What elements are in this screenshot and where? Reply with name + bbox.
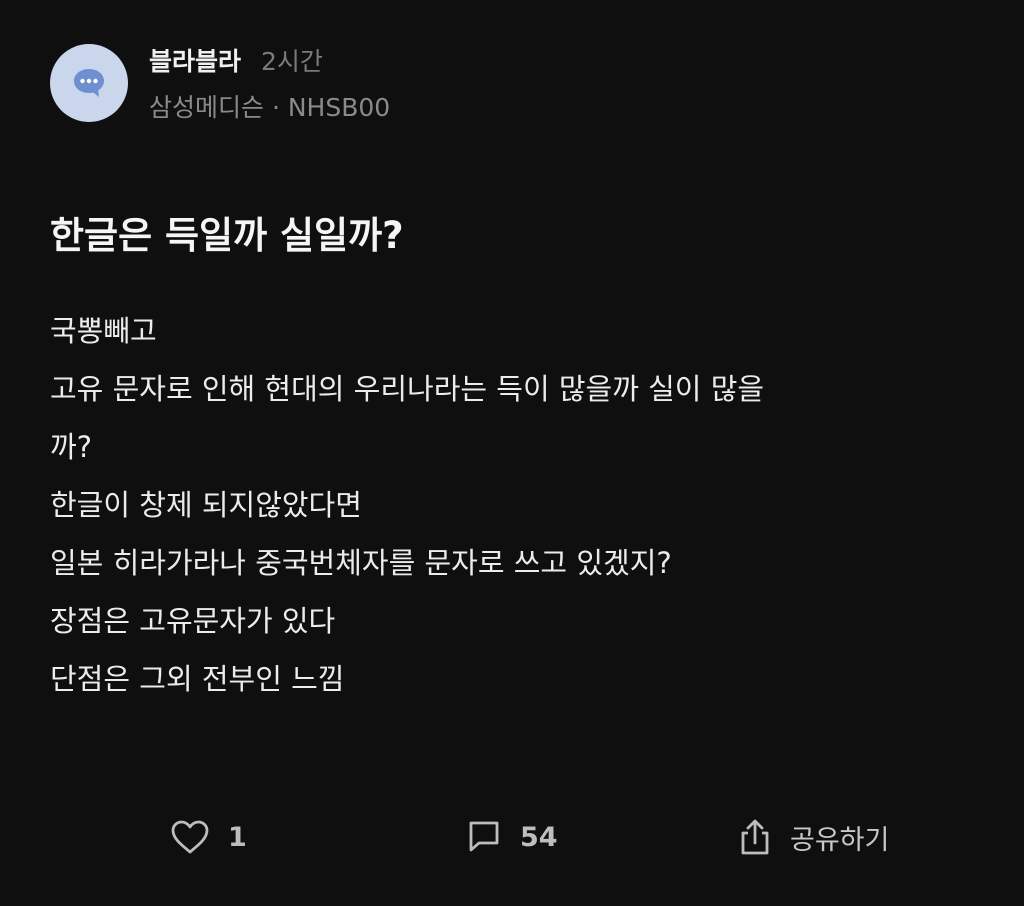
- company-tag: 삼성메디슨 · NHSB00: [149, 93, 391, 122]
- body-line: 고유 문자로 인해 현대의 우리나라는 득이 많을까 실이 많을: [50, 372, 765, 406]
- post-actions: 1 54 공유하기: [0, 814, 1024, 860]
- like-count: 1: [228, 821, 247, 853]
- share-button[interactable]: 공유하기: [736, 814, 889, 860]
- meta-top: 블라블라 2시간: [149, 42, 390, 78]
- body-line: 장점은 고유문자가 있다: [50, 604, 336, 638]
- post-title: 한글은 득일까 실일까?: [50, 214, 404, 257]
- heart-icon: [171, 820, 209, 854]
- chat-bubble-icon: [74, 69, 104, 97]
- share-icon: [741, 819, 769, 855]
- post-body: 국뽕빼고 고유 문자로 인해 현대의 우리나라는 득이 많을까 실이 많을 까?…: [50, 302, 970, 708]
- body-line: 한글이 창제 되지않았다면: [50, 488, 362, 522]
- body-line: 단점은 그외 전부인 느낌: [50, 662, 345, 696]
- body-line: 일본 히라가라나 중국번체자를 문자로 쓰고 있겠지?: [50, 546, 672, 580]
- post-time: 2시간: [261, 47, 323, 76]
- like-button[interactable]: 1: [170, 814, 247, 860]
- post-meta: 블라블라 2시간 삼성메디슨 · NHSB00: [149, 42, 390, 124]
- comment-icon: [469, 821, 499, 852]
- share-label: 공유하기: [790, 824, 890, 856]
- body-line: 까?: [50, 430, 93, 464]
- author-name[interactable]: 블라블라: [149, 42, 241, 78]
- comment-count: 54: [520, 821, 558, 853]
- comment-button[interactable]: 54: [466, 814, 558, 860]
- avatar[interactable]: [50, 44, 128, 122]
- post-header: 블라블라 2시간 삼성메디슨 · NHSB00: [50, 42, 390, 124]
- body-line: 국뽕빼고: [50, 314, 157, 348]
